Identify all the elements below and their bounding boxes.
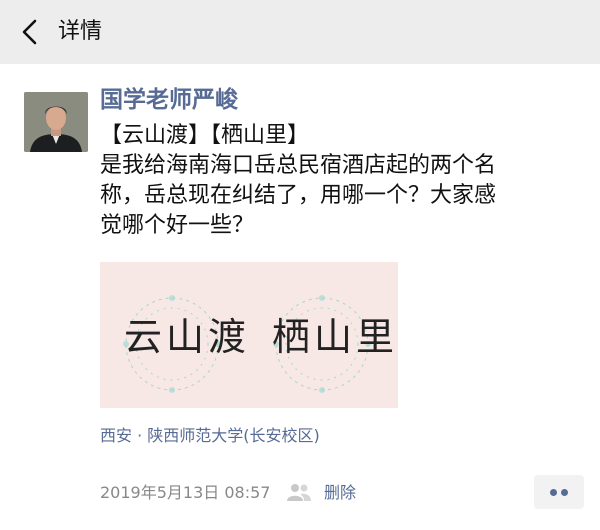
more-button[interactable] [534,475,584,509]
post-text-line: 觉哪个好一些？ [100,213,255,238]
post-text-line: 【云山渡】【栖山里】 [100,123,310,148]
post-text: 【云山渡】【栖山里】 是我给海南海口岳总民宿酒店起的两个名 称，岳总现在纠结了，… [100,121,570,241]
post-text-line: 是我给海南海口岳总民宿酒店起的两个名 [100,153,497,178]
image-caption: 云山渡 [124,315,251,359]
back-arrow-icon[interactable] [14,16,46,48]
post-text-line: 称，岳总现在纠结了，用哪一个？大家感 [100,183,497,208]
page-title: 详情 [58,19,103,44]
post-timestamp: 2019年5月13日 08:57 [100,483,271,502]
more-dots-icon [550,489,557,496]
avatar[interactable] [24,92,88,152]
location-link[interactable]: 西安 · 陕西师范大学(长安校区) [100,424,320,448]
nav-bar: 详情 [0,0,600,64]
author-name[interactable]: 国学老师严峻 [100,84,238,116]
avatar-image [24,92,88,152]
image-caption: 栖山里 [272,315,398,359]
friends-visibility-icon [287,484,311,501]
delete-button[interactable]: 删除 [324,481,356,505]
post-image[interactable]: 云山渡 栖山里 [100,262,398,408]
more-dots-icon [561,489,568,496]
